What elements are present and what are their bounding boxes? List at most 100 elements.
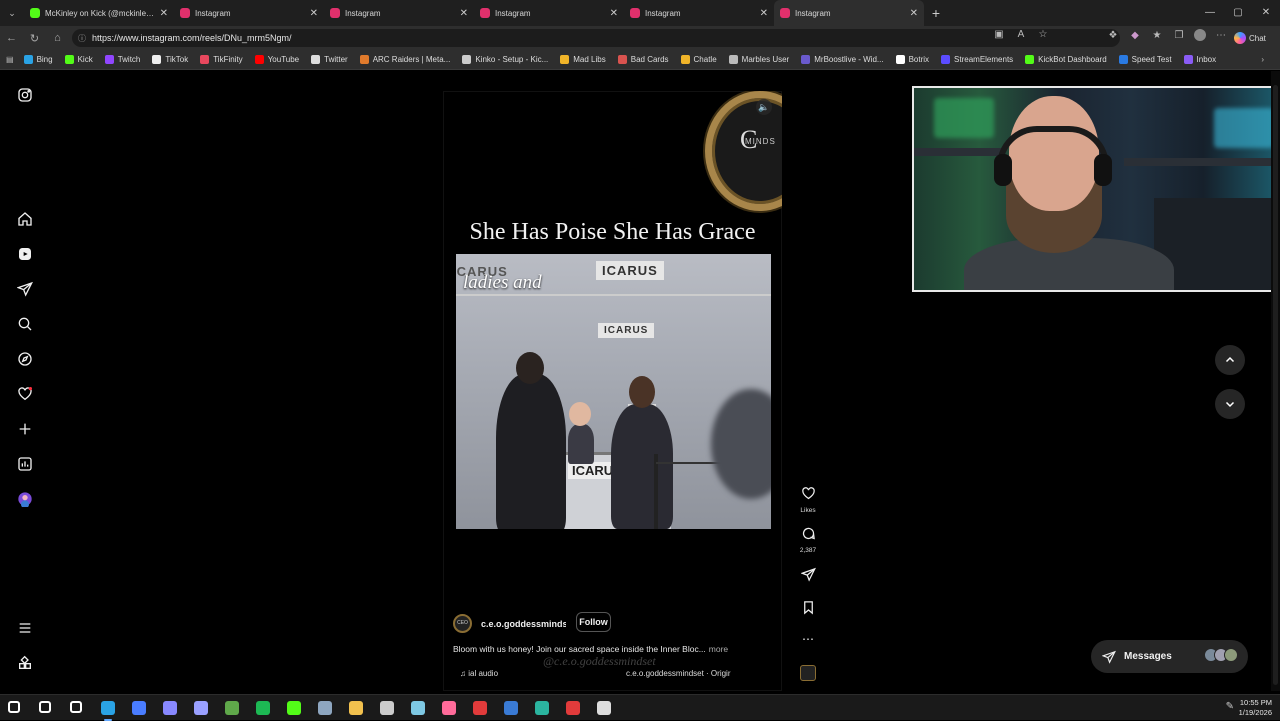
search-icon[interactable] bbox=[39, 701, 51, 713]
create-plus-icon[interactable] bbox=[17, 421, 33, 437]
app-available-icon[interactable]: ▣ bbox=[992, 29, 1006, 40]
save-button[interactable] bbox=[798, 600, 818, 620]
more-options-icon[interactable]: ⋯ bbox=[1214, 30, 1228, 41]
spotify-icon[interactable] bbox=[256, 701, 270, 715]
page-scrollbar[interactable] bbox=[1271, 71, 1280, 691]
close-window-button[interactable]: ✕ bbox=[1252, 0, 1280, 26]
home-icon[interactable] bbox=[17, 211, 33, 227]
record-icon[interactable] bbox=[473, 701, 487, 715]
insights-chart-icon[interactable] bbox=[17, 456, 33, 472]
audio-link[interactable]: ♫ ial audio bbox=[460, 669, 498, 678]
audio-thumbnail[interactable] bbox=[800, 665, 816, 681]
read-aloud-icon[interactable]: A bbox=[1014, 29, 1028, 40]
browser-tab[interactable]: Instagram ✕ bbox=[174, 0, 324, 26]
site-info-icon[interactable]: ⓘ bbox=[78, 33, 86, 44]
bookmark-item[interactable]: Mad Libs bbox=[554, 55, 611, 64]
home-icon[interactable]: ⌂ bbox=[46, 32, 69, 44]
bookmark-item[interactable]: KickBot Dashboard bbox=[1019, 55, 1112, 64]
browser-tab[interactable]: McKinley on Kick (@mckinley.tv) | ✕ bbox=[24, 0, 174, 26]
bookmark-item[interactable]: Bing bbox=[18, 55, 59, 64]
scrollbar-thumb[interactable] bbox=[1273, 85, 1278, 685]
start-icon[interactable] bbox=[8, 701, 20, 713]
tab-close-icon[interactable]: ✕ bbox=[460, 8, 468, 19]
url-field[interactable]: ⓘ https://www.instagram.com/reels/DNu_mr… bbox=[72, 29, 1120, 47]
bookmark-item[interactable]: MrBoostlive - Wid... bbox=[795, 55, 889, 64]
direct-messages-icon[interactable] bbox=[17, 281, 33, 297]
messages-button[interactable]: Messages bbox=[1091, 640, 1248, 673]
minecraft-icon[interactable] bbox=[225, 701, 239, 715]
favorites-icon[interactable]: ★ bbox=[1150, 30, 1164, 41]
bookmarks-overflow-chevron-icon[interactable]: › bbox=[1261, 55, 1264, 64]
notifications-heart-icon[interactable] bbox=[17, 386, 33, 402]
bookmark-item[interactable]: Chatle bbox=[675, 55, 723, 64]
terminal-icon[interactable] bbox=[535, 701, 549, 715]
bookmark-item[interactable]: ARC Raiders | Meta... bbox=[354, 55, 457, 64]
bookmark-item[interactable]: Kick bbox=[59, 55, 99, 64]
tab-close-icon[interactable]: ✕ bbox=[760, 8, 768, 19]
bookmarks-folder-icon[interactable]: ▤ bbox=[6, 55, 14, 64]
bookmark-item[interactable]: TikTok bbox=[146, 55, 194, 64]
photos-icon[interactable] bbox=[442, 701, 456, 715]
files-icon[interactable] bbox=[349, 701, 363, 715]
bookmark-item[interactable]: StreamElements bbox=[935, 55, 1019, 64]
tab-close-icon[interactable]: ✕ bbox=[610, 8, 618, 19]
minimize-button[interactable]: — bbox=[1196, 0, 1224, 26]
pen-icon[interactable]: ✎ bbox=[1226, 701, 1234, 712]
tab-actions-chevron-icon[interactable]: ⌄ bbox=[0, 0, 24, 26]
tab-close-icon[interactable]: ✕ bbox=[310, 8, 318, 19]
new-tab-button[interactable]: + bbox=[924, 5, 948, 21]
tab-close-icon[interactable]: ✕ bbox=[160, 8, 168, 19]
bookmark-item[interactable]: Speed Test bbox=[1113, 55, 1178, 64]
vpn-icon[interactable] bbox=[504, 701, 518, 715]
reel-player[interactable]: C MINDS 🔈 She Has Poise She Has Grace IC… bbox=[443, 91, 782, 691]
more-menu-icon[interactable] bbox=[17, 620, 33, 636]
reels-icon[interactable] bbox=[17, 246, 33, 262]
extension-colored-icon[interactable]: ◆ bbox=[1128, 30, 1142, 41]
obs-icon[interactable] bbox=[380, 701, 394, 715]
creator-avatar[interactable]: CEO bbox=[453, 614, 472, 633]
maximize-button[interactable]: ▢ bbox=[1224, 0, 1252, 26]
follow-button[interactable]: Follow bbox=[576, 612, 611, 632]
also-from-meta-icon[interactable] bbox=[17, 655, 33, 671]
copilot-chat-button[interactable]: Chat bbox=[1234, 30, 1272, 46]
collections-icon[interactable]: ❐ bbox=[1172, 30, 1186, 41]
bookmark-item[interactable]: TikFinity bbox=[194, 55, 248, 64]
volume-toggle-icon[interactable]: 🔈 bbox=[756, 99, 772, 115]
creator-username[interactable]: c.e.o.goddessmindse bbox=[481, 619, 566, 629]
kick-icon[interactable] bbox=[287, 701, 301, 715]
extensions-icon[interactable]: ❖ bbox=[1106, 30, 1120, 41]
bookmark-item[interactable]: Inbox bbox=[1178, 55, 1223, 64]
share-button[interactable] bbox=[798, 567, 818, 587]
bookmark-item[interactable]: Kinko - Setup - Kic... bbox=[456, 55, 554, 64]
bookmark-item[interactable]: Twitter bbox=[305, 55, 354, 64]
settings-icon[interactable] bbox=[597, 701, 611, 715]
notepad-icon[interactable] bbox=[411, 701, 425, 715]
taskbar-clock[interactable]: 10:55 PM 1/19/2026 bbox=[1239, 698, 1272, 718]
instagram-logo-icon[interactable] bbox=[17, 87, 33, 103]
previous-reel-button[interactable] bbox=[1215, 345, 1245, 375]
audio-source-text[interactable]: c.e.o.goddessmindset · Origir bbox=[626, 669, 731, 678]
favorite-star-icon[interactable]: ☆ bbox=[1036, 29, 1050, 40]
bookmark-item[interactable]: Bad Cards bbox=[612, 55, 675, 64]
task-view-icon[interactable] bbox=[70, 701, 82, 713]
tab-close-icon[interactable]: ✕ bbox=[910, 8, 918, 19]
more-options-icon[interactable]: ⋯ bbox=[798, 632, 818, 646]
bookmark-item[interactable]: Marbles User bbox=[723, 55, 796, 64]
explore-compass-icon[interactable] bbox=[17, 351, 33, 367]
browser-tab[interactable]: Instagram ✕ bbox=[774, 0, 924, 26]
like-button[interactable]: Likes bbox=[798, 486, 818, 514]
profile-avatar-icon[interactable] bbox=[17, 491, 33, 507]
app-icon[interactable] bbox=[163, 701, 177, 715]
reel-video[interactable]: ICARUS ICARUS ICARUS ICARUS ladies and bbox=[456, 254, 771, 529]
bookmark-item[interactable]: YouTube bbox=[249, 55, 305, 64]
browser-tab[interactable]: Instagram ✕ bbox=[474, 0, 624, 26]
steam-icon[interactable] bbox=[318, 701, 332, 715]
chrome-icon[interactable] bbox=[132, 701, 146, 715]
recorder-icon[interactable] bbox=[566, 701, 580, 715]
next-reel-button[interactable] bbox=[1215, 389, 1245, 419]
refresh-icon[interactable]: ↻ bbox=[23, 32, 46, 45]
more-link[interactable]: more bbox=[709, 644, 728, 654]
bookmark-item[interactable]: Botrix bbox=[890, 55, 935, 64]
discord-icon[interactable] bbox=[194, 701, 208, 715]
browser-tab[interactable]: Instagram ✕ bbox=[624, 0, 774, 26]
